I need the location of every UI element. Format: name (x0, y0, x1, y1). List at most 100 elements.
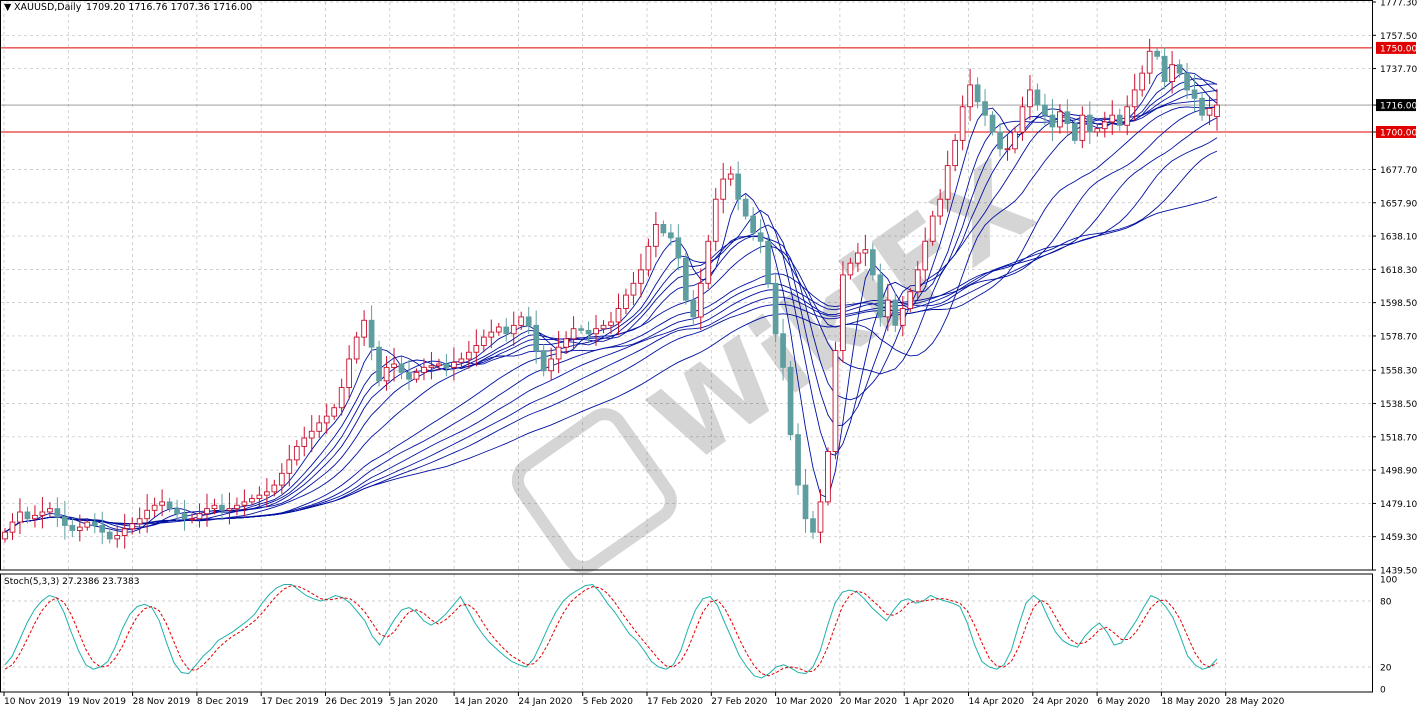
candle-body (458, 358, 465, 363)
candle-body (1049, 114, 1056, 128)
price-tick-label: 1618.30 (1380, 266, 1417, 276)
candle-body (495, 326, 502, 333)
candle-body (488, 331, 495, 338)
chart-canvas[interactable]: WikiFX 1777.301757.501737.701716.001700.… (0, 0, 1428, 710)
candle-body (712, 198, 719, 242)
time-tick-label: 14 Apr 2020 (969, 697, 1025, 707)
candle-body (503, 326, 510, 335)
candle-body (907, 291, 914, 309)
candle-body (1199, 97, 1205, 116)
candle-body (421, 366, 427, 373)
candle-body (278, 472, 285, 486)
candle-body (114, 535, 121, 540)
candle-body (832, 350, 839, 452)
time-tick-label: 20 Mar 2020 (840, 697, 897, 707)
time-tick-label: 24 Apr 2020 (1033, 697, 1089, 707)
candle-body (720, 178, 727, 200)
candle-body (772, 282, 779, 335)
candle-body (91, 521, 98, 526)
candle-body (810, 518, 816, 533)
candle-body (727, 173, 734, 180)
candle-body (316, 422, 323, 432)
time-tick-label: 17 Dec 2019 (261, 697, 319, 707)
candle-body (181, 513, 188, 520)
candle-body (1012, 131, 1018, 150)
candle-body (780, 333, 786, 368)
current-price-label: 1716.00 (1380, 102, 1417, 112)
time-tick-label: 5 Jan 2020 (390, 697, 438, 707)
time-tick-label: 19 Nov 2019 (68, 697, 126, 707)
candle-body (391, 363, 397, 368)
candle-body (62, 516, 68, 526)
price-tick-label: 1498.90 (1380, 467, 1417, 477)
candle-body (645, 245, 652, 271)
candle-body (787, 366, 794, 436)
candle-body (742, 198, 749, 217)
time-tick-label: 10 Nov 2019 (4, 697, 62, 707)
candle-body (466, 351, 472, 360)
candle-body (802, 484, 809, 520)
candle-body (99, 524, 106, 533)
candle-body (825, 451, 831, 503)
candle-body (443, 363, 450, 368)
candle-body (870, 249, 876, 276)
candle-body (264, 491, 270, 496)
candle-body (847, 262, 854, 276)
time-tick-label: 5 Feb 2020 (583, 697, 634, 707)
candle-body (69, 524, 76, 531)
candle-body (166, 501, 173, 510)
candle-body (638, 269, 644, 284)
candle-body (563, 338, 569, 348)
candle-body (249, 498, 255, 503)
candle-body (795, 434, 801, 486)
candle-body (346, 358, 352, 389)
candle-body (121, 528, 128, 536)
candle-body (1101, 121, 1108, 130)
candle-body (750, 215, 756, 234)
candle-body (555, 346, 562, 360)
stoch-title: Stoch(5,3,3) 27.2386 23.7383 (4, 577, 139, 587)
candle-body (1131, 89, 1138, 108)
candle-body (525, 316, 532, 326)
candle-body (376, 346, 382, 382)
candle-body (840, 274, 846, 352)
candle-body (76, 526, 83, 531)
candle-body (668, 232, 674, 239)
time-tick-label: 14 Jan 2020 (454, 697, 508, 707)
candle-body (623, 294, 629, 309)
price-level-label: 1700.00 (1380, 128, 1417, 138)
chart-window: WikiFX 1777.301757.501737.701716.001700.… (0, 0, 1428, 710)
candle-body (1064, 111, 1071, 125)
candle-body (211, 504, 218, 510)
candle-body (653, 224, 659, 247)
price-tick-label: 1578.70 (1380, 332, 1417, 342)
candle-body (1027, 89, 1033, 108)
candle-body (301, 437, 308, 447)
candle-body (1019, 106, 1026, 133)
candle-body (323, 415, 330, 424)
candle-body (204, 508, 210, 515)
candle-body (705, 240, 712, 284)
candle-body (929, 215, 936, 242)
candle-body (630, 282, 637, 296)
candle-body (765, 240, 771, 284)
candle-body (286, 459, 293, 474)
ohlc-label: 1709.20 1716.76 1707.36 1716.00 (86, 2, 252, 13)
candle-body (353, 336, 360, 360)
candle-body (1176, 64, 1183, 74)
candle-body (1079, 114, 1086, 141)
candle-body (675, 237, 682, 259)
candle-body (974, 84, 981, 103)
candle-body (540, 350, 547, 372)
candle-body (331, 407, 338, 417)
candle-body (593, 328, 599, 335)
candle-body (600, 324, 607, 330)
candle-body (690, 299, 697, 318)
candle-body (1184, 72, 1190, 91)
candle-body (361, 319, 367, 338)
candle-body (922, 240, 929, 271)
candle-body (241, 501, 248, 506)
candle-body (219, 504, 225, 511)
candle-body (47, 508, 53, 513)
candle-body (1124, 106, 1131, 126)
